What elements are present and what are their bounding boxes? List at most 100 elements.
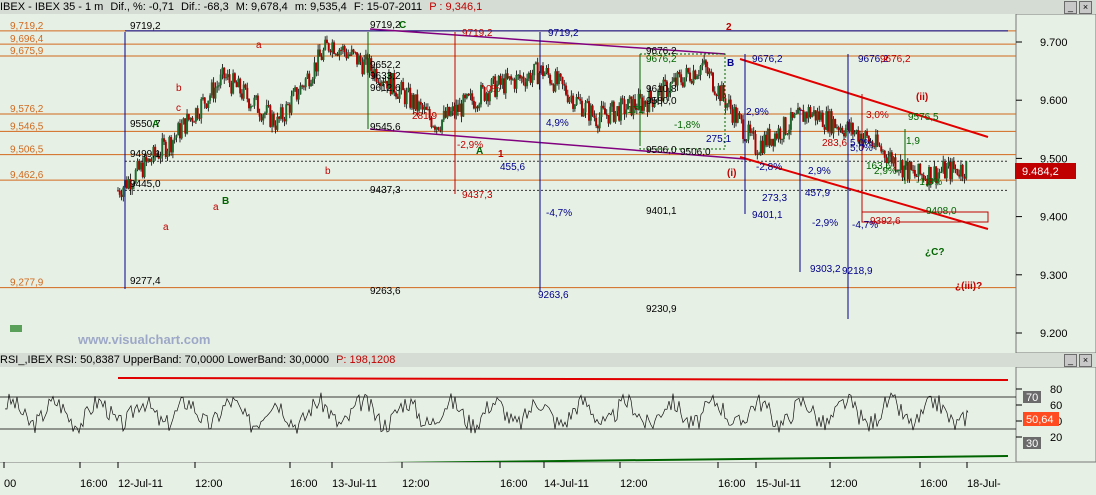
annotation-label: 9506,0 — [680, 147, 711, 158]
candle-body — [359, 55, 362, 62]
candle-body — [446, 106, 449, 118]
candle-body — [766, 128, 769, 146]
annotation-label: b — [176, 83, 182, 94]
candle-body — [754, 133, 757, 154]
annotation-label: C — [399, 20, 406, 31]
annotation-label: 9277,4 — [130, 276, 161, 287]
collapse-toggle[interactable] — [10, 325, 22, 332]
candle-body — [784, 117, 787, 135]
candle-body — [954, 168, 957, 170]
candle-body — [503, 78, 506, 94]
candle-body — [520, 76, 523, 79]
candle-body — [472, 100, 475, 109]
annotation-label: A — [152, 119, 159, 130]
candle-body — [141, 162, 144, 178]
candle-body — [437, 127, 440, 130]
candle-body — [820, 112, 823, 120]
candle-body — [492, 76, 495, 80]
candle-body — [917, 163, 920, 177]
rsi-panel-titlebar: RSI_,IBEX RSI: 50,8387 UpperBand: 70,000… — [0, 353, 1096, 367]
time-tick-label: 16:00 — [718, 478, 746, 490]
candle-body — [543, 72, 546, 76]
candle-body — [256, 95, 259, 113]
candle-body — [750, 131, 753, 133]
time-tick-label: 16:00 — [920, 478, 948, 490]
close-button[interactable]: × — [1079, 1, 1092, 14]
candle-body — [531, 75, 534, 83]
candle-body — [609, 106, 612, 124]
candle-body — [163, 138, 166, 142]
candle-body — [749, 124, 752, 133]
minimize-button[interactable]: _ — [1064, 1, 1077, 14]
candle-body — [781, 139, 784, 141]
candle-body — [334, 53, 337, 55]
candle-body — [203, 97, 206, 104]
candle-body — [410, 94, 413, 108]
candle-body — [301, 85, 304, 87]
rsi-title: RSI_,IBEX RSI: 50,8387 UpperBand: 70,000… — [0, 354, 330, 366]
annotation-label: 455,6 — [500, 162, 525, 173]
annotation-label: (ii) — [916, 92, 928, 103]
candle-body — [912, 169, 915, 171]
candle-body — [506, 73, 509, 79]
candle-body — [425, 106, 428, 110]
candle-body — [310, 83, 313, 87]
candle-body — [244, 84, 247, 88]
candle-body — [290, 95, 293, 113]
annotation-label: ¿C? — [925, 247, 944, 258]
candle-body — [568, 97, 571, 103]
candle-body — [435, 127, 438, 130]
candle-body — [414, 94, 417, 110]
annotation-label: 3,0% — [866, 110, 889, 121]
candle-body — [409, 87, 412, 108]
candle-body — [308, 73, 311, 87]
annotation-label: a — [256, 40, 262, 51]
candle-body — [671, 81, 674, 84]
candle-body — [253, 97, 256, 106]
candle-body — [696, 75, 699, 80]
candle-body — [713, 91, 716, 95]
candle-body — [511, 79, 514, 81]
candle-body — [117, 190, 119, 192]
candle-body — [226, 74, 229, 78]
candle-body — [418, 101, 421, 111]
annotation-label: 9506,0 — [646, 145, 677, 156]
candle-body — [416, 94, 419, 111]
candle-body — [598, 117, 601, 129]
candle-body — [449, 110, 452, 116]
annotation-label: 9580,0 — [646, 96, 677, 107]
price-chart[interactable]: 9,719,2 9,696,49,675,9 9,576,2 9,546,5 9,506… — [0, 14, 1096, 353]
candle-body — [340, 49, 343, 51]
rsi-close-button[interactable]: × — [1079, 354, 1092, 367]
candle-body — [341, 46, 344, 50]
candle-body — [474, 106, 477, 109]
candle-body — [607, 115, 610, 124]
candle-body — [448, 106, 451, 116]
candle-body — [225, 77, 228, 79]
candle-body — [239, 78, 242, 94]
candle-body — [805, 112, 808, 119]
rsi-minimize-button[interactable]: _ — [1064, 354, 1077, 367]
candle-body — [540, 65, 543, 73]
candle-body — [851, 123, 854, 135]
candle-body — [248, 99, 251, 109]
candle-body — [205, 103, 208, 108]
symbol-label: IBEX - IBEX 35 - 1 m — [0, 1, 104, 13]
level-label: 9,277,9 — [10, 278, 44, 289]
candle-body — [722, 85, 725, 99]
candle-body — [164, 141, 167, 157]
candle-body — [563, 84, 566, 86]
level-label: 9,576,2 — [10, 104, 44, 115]
annotation-label: ¿(iii)? — [955, 281, 982, 292]
candle-body — [892, 157, 895, 164]
candle-body — [727, 99, 730, 104]
candle-body — [421, 104, 424, 110]
rsi-value-badge-text: 50,64 — [1026, 414, 1054, 426]
candle-body — [575, 96, 578, 105]
candle-body — [956, 168, 959, 175]
candle-body — [194, 108, 197, 122]
candle-body — [943, 161, 946, 179]
rsi-chart[interactable]: 80604020 70 50,64 30 — [0, 367, 1096, 462]
candle-body — [396, 96, 399, 99]
annotation-label: 9499,1 — [130, 149, 161, 160]
